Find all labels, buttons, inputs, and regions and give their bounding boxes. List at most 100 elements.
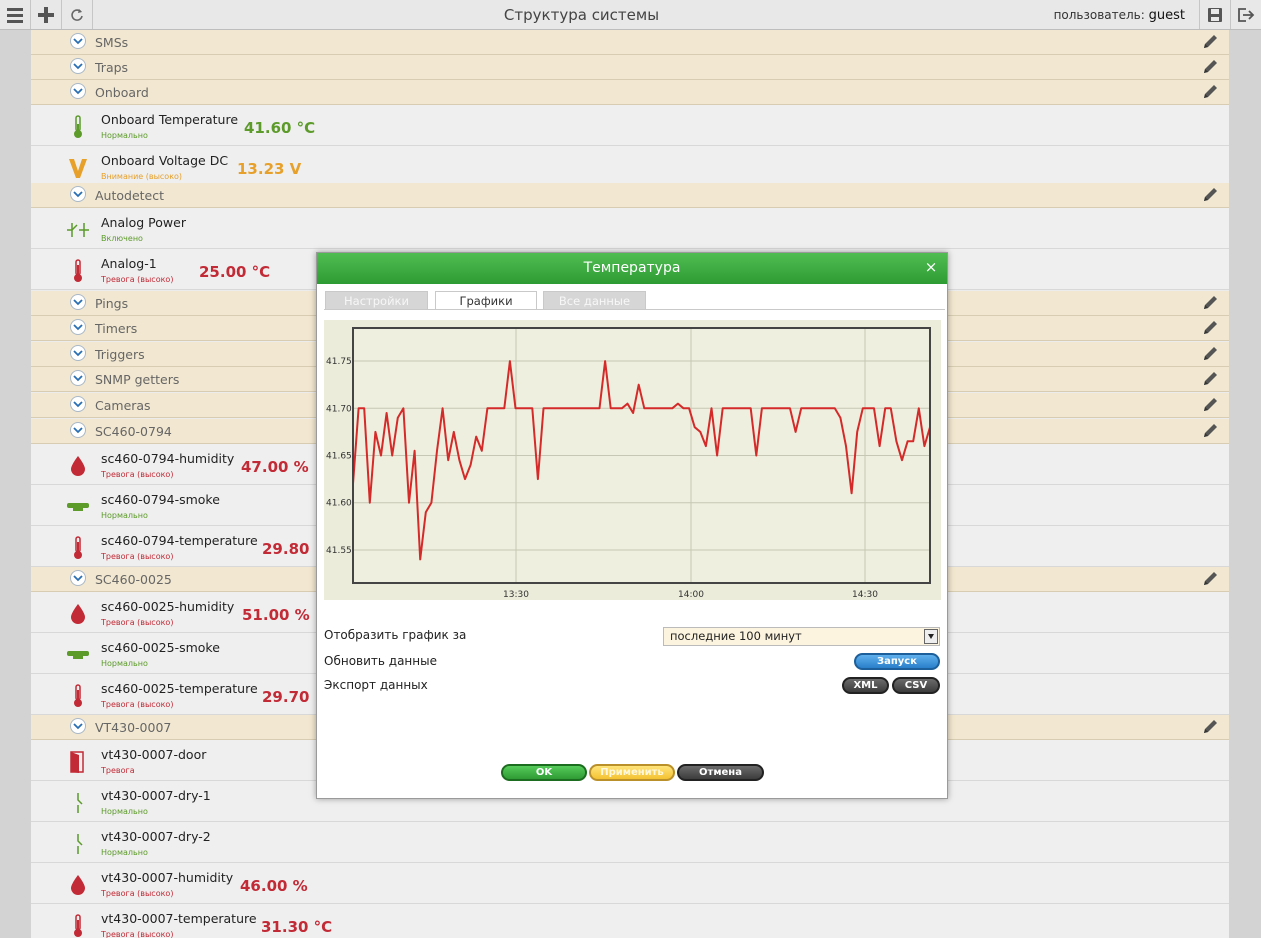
thermometer-red-icon [65, 913, 91, 938]
sensor-status: Тревога (высоко) [101, 470, 174, 479]
tab-all-data[interactable]: Все данные [543, 291, 646, 310]
group-name: Traps [95, 60, 129, 75]
sensor-row[interactable]: vt430-0007-humidity Тревога (высоко) 46.00… [31, 863, 1229, 904]
sensor-row[interactable]: vt430-0007-dry-2 Нормально [31, 822, 1229, 863]
humidity-icon [65, 453, 91, 479]
sensor-value: 13.23 V [237, 160, 302, 178]
smoke-detector-icon [65, 494, 91, 520]
edit-icon[interactable] [1201, 345, 1219, 363]
door-icon [65, 749, 91, 775]
group-name: Autodetect [95, 188, 165, 203]
sensor-name: sc460-0794-temperature [101, 533, 258, 548]
chevron-down-icon[interactable] [70, 718, 86, 734]
group-row[interactable]: Traps [31, 55, 1229, 80]
group-name: SNMP getters [95, 372, 180, 387]
chevron-down-icon[interactable] [70, 396, 86, 412]
group-name: SC460-0794 [95, 424, 172, 439]
sensor-name: vt430-0007-humidity [101, 870, 234, 885]
save-icon[interactable] [1199, 0, 1230, 29]
smoke-detector-icon [65, 642, 91, 668]
sensor-name: sc460-0794-humidity [101, 451, 235, 466]
page-title: Структура системы [503, 6, 660, 24]
humidity-icon [65, 601, 91, 627]
thermometer-green-icon [65, 114, 91, 140]
chevron-down-icon[interactable] [70, 58, 86, 74]
period-select[interactable]: последние 100 минут [663, 627, 940, 646]
sensor-name: sc460-0025-temperature [101, 681, 258, 696]
switch-icon [65, 217, 91, 243]
x-tick-label: 13:30 [503, 590, 529, 600]
sensor-value: 25.00 °C [199, 263, 271, 281]
sensor-status: Тревога (высоко) [101, 552, 174, 561]
tab-charts[interactable]: Графики [435, 291, 537, 310]
tab-divider [324, 309, 945, 310]
edit-icon[interactable] [1201, 33, 1219, 51]
chevron-down-icon[interactable] [70, 33, 86, 49]
sensor-row[interactable]: Onboard Temperature Нормально 41.60 °C [31, 105, 1229, 146]
ok-button[interactable]: OK [501, 764, 587, 781]
edit-icon[interactable] [1201, 83, 1219, 101]
chevron-down-icon[interactable] [70, 422, 86, 438]
sensor-status: Тревога [101, 766, 135, 775]
sensor-status: Тревога (высоко) [101, 275, 174, 284]
close-icon[interactable]: × [923, 259, 939, 275]
thermometer-red-icon [65, 258, 91, 284]
edit-icon[interactable] [1201, 186, 1219, 204]
sensor-name: Onboard Voltage DC [101, 153, 229, 168]
edit-icon[interactable] [1201, 58, 1219, 76]
y-tick-label: 41.60 [326, 499, 352, 509]
sensor-row[interactable]: vt430-0007-temperature Тревога (высоко) 31… [31, 904, 1229, 938]
sensor-row[interactable]: Onboard Voltage DC Внимание (высоко) 13.23… [31, 146, 1229, 187]
edit-icon[interactable] [1201, 294, 1219, 312]
export-xml-button[interactable]: XML [842, 677, 889, 694]
user-info: пользователь: guest [1054, 8, 1185, 23]
edit-icon[interactable] [1201, 396, 1219, 414]
y-tick-label: 41.75 [326, 357, 352, 367]
x-tick-label: 14:30 [852, 590, 878, 600]
sensor-name: vt430-0007-dry-1 [101, 788, 211, 803]
edit-icon[interactable] [1201, 319, 1219, 337]
user-name: guest [1148, 8, 1185, 23]
export-csv-button[interactable]: CSV [892, 677, 940, 694]
chevron-down-icon[interactable] [70, 319, 86, 335]
sensor-value: 46.00 % [240, 877, 308, 895]
sensor-name: Analog Power [101, 215, 186, 230]
sensor-name: sc460-0025-humidity [101, 599, 235, 614]
cancel-button[interactable]: Отмена [677, 764, 764, 781]
chevron-down-icon[interactable] [70, 570, 86, 586]
dry-contact-icon [65, 831, 91, 857]
thermometer-red-icon [65, 683, 91, 709]
voltage-icon [65, 155, 91, 181]
sensor-status: Включено [101, 234, 143, 243]
dialog-header: Температура × [317, 253, 947, 284]
chevron-down-icon[interactable] [70, 294, 86, 310]
edit-icon[interactable] [1201, 570, 1219, 588]
top-bar: Структура системы пользователь: guest [0, 0, 1261, 30]
sensor-name: sc460-0025-smoke [101, 640, 220, 655]
edit-icon[interactable] [1201, 422, 1219, 440]
sensor-value: 41.60 °C [244, 119, 316, 137]
apply-button[interactable]: Применить [589, 764, 675, 781]
chevron-down-icon[interactable] [70, 370, 86, 386]
sensor-name: vt430-0007-temperature [101, 911, 257, 926]
tab-settings[interactable]: Настройки [325, 291, 428, 310]
chevron-down-icon[interactable] [924, 629, 938, 644]
group-name: Pings [95, 296, 129, 311]
logout-icon[interactable] [1230, 0, 1261, 29]
group-row[interactable]: Onboard [31, 80, 1229, 105]
group-row[interactable]: SMSs [31, 30, 1229, 55]
sensor-status: Тревога (высоко) [101, 618, 174, 627]
sensor-value: 51.00 % [242, 606, 310, 624]
chevron-down-icon[interactable] [70, 83, 86, 99]
period-select-value: последние 100 минут [670, 629, 802, 643]
edit-icon[interactable] [1201, 370, 1219, 388]
group-row[interactable]: Autodetect [31, 183, 1229, 208]
edit-icon[interactable] [1201, 718, 1219, 736]
sensor-status: Нормально [101, 659, 148, 668]
sensor-name: vt430-0007-dry-2 [101, 829, 211, 844]
sensor-row[interactable]: Analog Power Включено [31, 208, 1229, 249]
sensor-status: Нормально [101, 807, 148, 816]
chevron-down-icon[interactable] [70, 345, 86, 361]
run-button[interactable]: Запуск [854, 653, 940, 670]
chevron-down-icon[interactable] [70, 186, 86, 202]
